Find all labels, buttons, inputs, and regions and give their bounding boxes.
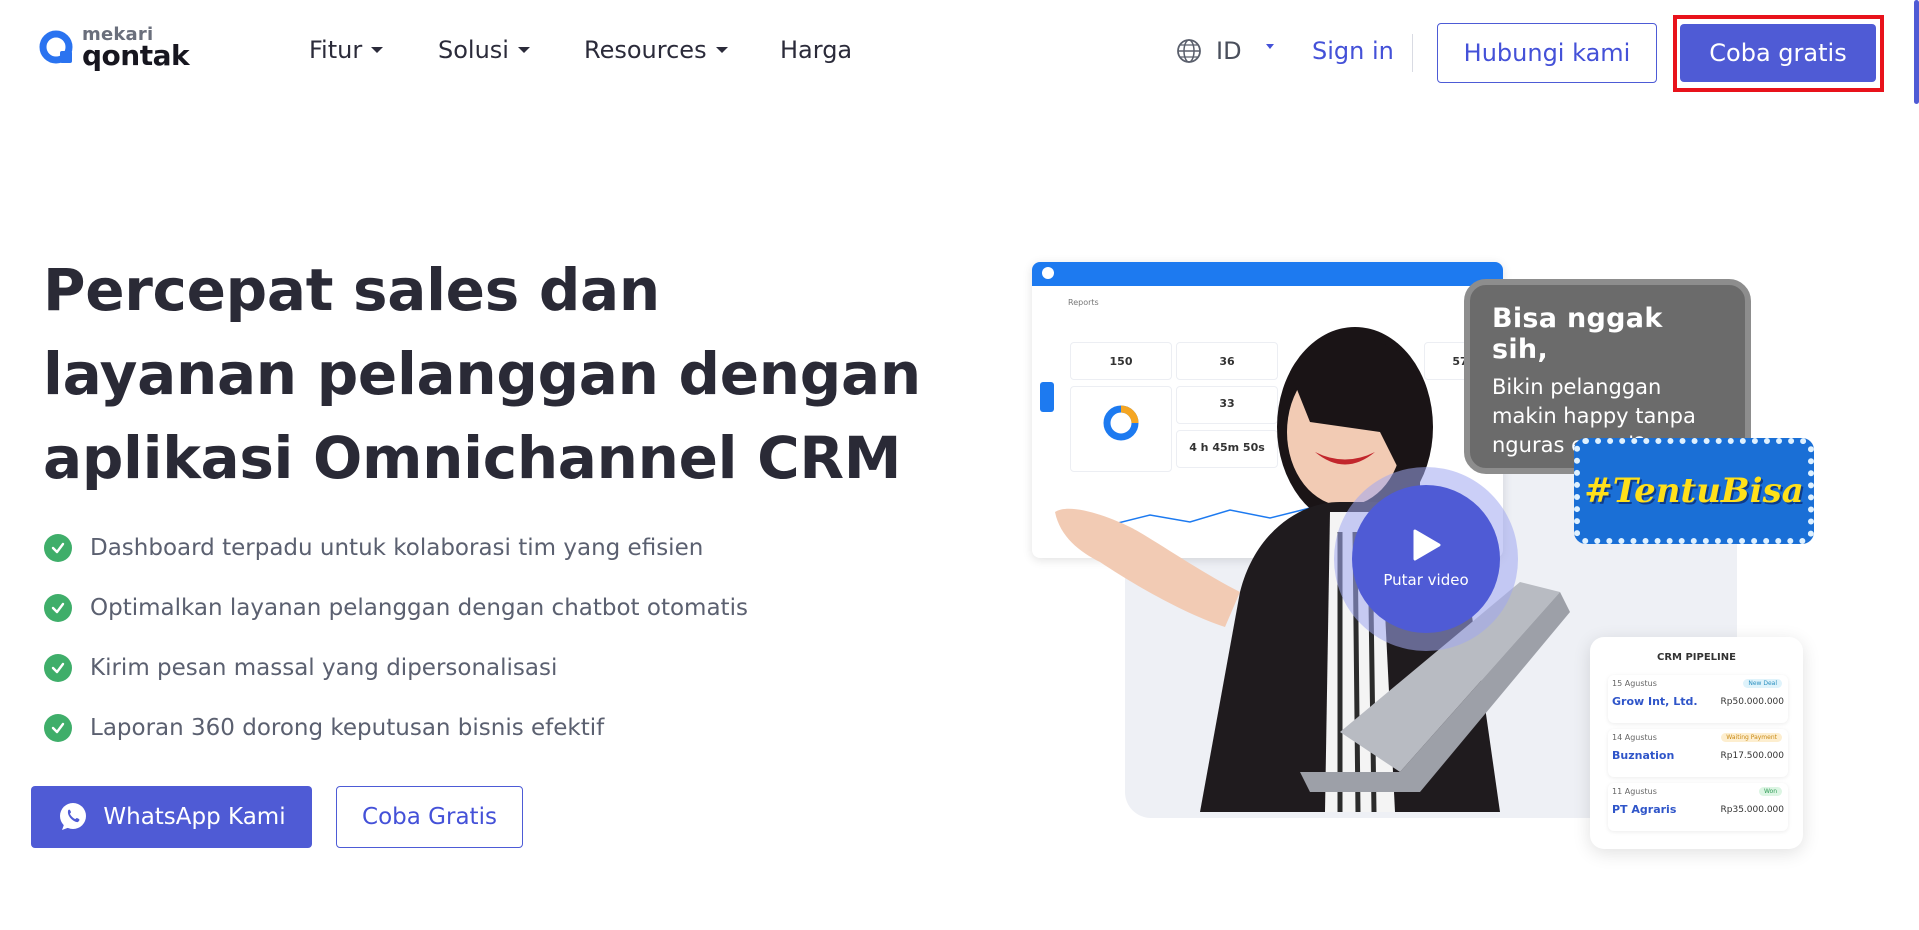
feature-list: Dashboard terpadu untuk kolaborasi tim y… — [44, 518, 748, 758]
nav-fitur-label: Fitur — [309, 36, 363, 64]
header-divider — [1412, 34, 1413, 72]
whatsapp-label: WhatsApp Kami — [103, 804, 286, 830]
feature-item: Kirim pesan massal yang dipersonalisasi — [44, 638, 748, 698]
feature-text: Optimalkan layanan pelanggan dengan chat… — [90, 595, 748, 621]
nav-fitur[interactable]: Fitur — [309, 36, 384, 64]
feature-text: Laporan 360 dorong keputusan bisnis efek… — [90, 715, 605, 741]
nav-solusi[interactable]: Solusi — [438, 36, 530, 64]
scrollbar-thumb[interactable] — [1914, 0, 1919, 104]
caret-down-icon — [1265, 43, 1274, 49]
globe-icon — [1177, 39, 1201, 63]
logo-qontak-text: qontak — [82, 39, 190, 72]
nav-resources-label: Resources — [584, 36, 707, 64]
logo-icon — [38, 29, 76, 67]
crm-date: 14 Agustus — [1612, 733, 1657, 742]
chevron-down-icon — [517, 47, 530, 53]
play-video-button[interactable]: Putar video — [1352, 485, 1500, 633]
nav-solusi-label: Solusi — [438, 36, 509, 64]
crm-pipeline-card: CRM PIPELINE 15 Agustus New Deal Grow In… — [1590, 637, 1803, 849]
crm-company: PT Agraris — [1612, 803, 1677, 816]
nav-harga-label: Harga — [780, 36, 853, 64]
dashboard-logo-icon — [1042, 267, 1054, 279]
nav-resources[interactable]: Resources — [584, 36, 728, 64]
qontak-logo[interactable]: mekari qontak — [38, 26, 190, 72]
crm-amount: Rp35.000.000 — [1720, 805, 1785, 815]
chevron-down-icon — [715, 47, 728, 53]
check-circle-icon — [44, 654, 72, 682]
highlight-box — [1673, 15, 1884, 92]
whatsapp-button[interactable]: WhatsApp Kami — [31, 786, 312, 848]
crm-pipeline-title: CRM PIPELINE — [1657, 652, 1736, 663]
language-value: ID — [1216, 37, 1242, 65]
hashtag-text: #TentuBisa — [1584, 471, 1804, 511]
feature-item: Optimalkan layanan pelanggan dengan chat… — [44, 578, 748, 638]
nav-harga[interactable]: Harga — [780, 36, 852, 64]
language-selector[interactable]: ID — [1176, 37, 1274, 65]
feature-item: Dashboard terpadu untuk kolaborasi tim y… — [44, 518, 748, 578]
sign-in-link[interactable]: Sign in — [1312, 37, 1394, 65]
crm-row: 15 Agustus New Deal Grow Int, Ltd. Rp50.… — [1608, 675, 1788, 723]
check-circle-icon — [44, 714, 72, 742]
crm-company: Grow Int, Ltd. — [1612, 695, 1698, 708]
hashtag-banner: #TentuBisa — [1574, 438, 1814, 544]
dashboard-topbar — [1032, 262, 1503, 286]
crm-amount: Rp17.500.000 — [1720, 751, 1785, 761]
hero-try-free-button[interactable]: Coba Gratis — [336, 786, 523, 848]
crm-row: 11 Agustus Won PT Agraris Rp35.000.000 — [1608, 783, 1788, 831]
feature-item: Laporan 360 dorong keputusan bisnis efek… — [44, 698, 748, 758]
crm-date: 15 Agustus — [1612, 679, 1657, 688]
crm-tag: New Deal — [1743, 679, 1782, 688]
whatsapp-icon — [60, 803, 87, 830]
contact-us-button[interactable]: Hubungi kami — [1437, 23, 1657, 83]
crm-row: 14 Agustus Waiting Payment Buznation Rp1… — [1608, 729, 1788, 777]
crm-tag: Waiting Payment — [1721, 733, 1782, 742]
feature-text: Dashboard terpadu untuk kolaborasi tim y… — [90, 535, 704, 561]
crm-company: Buznation — [1612, 749, 1675, 762]
dashboard-title: Reports — [1068, 298, 1099, 307]
play-icon — [1413, 529, 1441, 561]
contact-us-label: Hubungi kami — [1463, 39, 1631, 67]
check-circle-icon — [44, 534, 72, 562]
crm-date: 11 Agustus — [1612, 787, 1657, 796]
hero-try-free-label: Coba Gratis — [362, 804, 497, 830]
play-video-label: Putar video — [1383, 571, 1469, 589]
crm-amount: Rp50.000.000 — [1720, 697, 1785, 707]
speech-bubble-title: Bisa nggak sih, — [1492, 303, 1663, 365]
check-circle-icon — [44, 594, 72, 622]
crm-tag: Won — [1758, 787, 1782, 796]
chevron-down-icon — [371, 47, 384, 53]
feature-text: Kirim pesan massal yang dipersonalisasi — [90, 655, 558, 681]
hero-title: Percepat sales dan layanan pelanggan den… — [43, 256, 921, 492]
